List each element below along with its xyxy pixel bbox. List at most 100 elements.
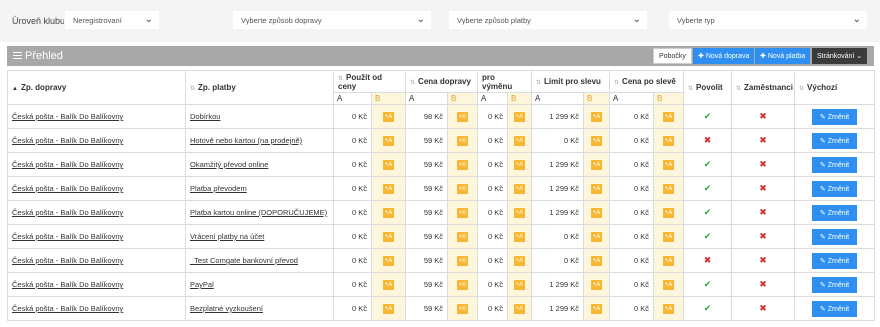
cross-icon[interactable]: ✖ [731, 296, 796, 321]
add-price-button[interactable]: +A [382, 112, 395, 122]
add-price-button[interactable]: +A [382, 256, 395, 266]
shipping-method-select[interactable]: Vyberte způsob dopravy ⌄ [232, 10, 432, 30]
edit-button[interactable]: ✎ Změnit [811, 108, 858, 125]
add-price-button[interactable]: +A [590, 136, 603, 146]
add-price-button[interactable]: +A [590, 256, 603, 266]
col-allow[interactable]: ⇅ Povolit [683, 70, 733, 105]
check-icon[interactable]: ✔ [683, 224, 733, 249]
check-icon[interactable]: ✔ [683, 104, 733, 129]
payment-link[interactable]: Platba kartou online (DOPORUČUJEME) [185, 200, 334, 225]
payment-link[interactable]: Hotově nebo kartou (na prodejně) [185, 128, 334, 153]
col-use-from-price[interactable]: ⇅ Použít od ceny [332, 70, 407, 93]
cross-icon[interactable]: ✖ [731, 176, 796, 201]
edit-button[interactable]: ✎ Změnit [811, 252, 858, 269]
shipping-link[interactable]: Česká pošta - Balík Do Balíkovny [7, 272, 186, 297]
add-price-button[interactable]: +A [662, 232, 675, 242]
add-price-button[interactable]: +A [382, 304, 395, 314]
shipping-link[interactable]: Česká pošta - Balík Do Balíkovny [7, 152, 186, 177]
add-price-button[interactable]: +A [456, 160, 469, 170]
add-price-button[interactable]: +A [382, 184, 395, 194]
add-price-button[interactable]: +A [456, 256, 469, 266]
add-price-button[interactable]: +A [513, 112, 526, 122]
add-price-button[interactable]: +A [513, 184, 526, 194]
add-price-button[interactable]: +A [513, 232, 526, 242]
edit-button[interactable]: ✎ Změnit [811, 180, 858, 197]
cross-icon[interactable]: ✖ [731, 128, 796, 153]
add-price-button[interactable]: +A [513, 208, 526, 218]
add-price-button[interactable]: +A [382, 136, 395, 146]
shipping-link[interactable]: Česká pošta - Balík Do Balíkovny [7, 248, 186, 273]
edit-button[interactable]: ✎ Změnit [811, 156, 858, 173]
add-price-button[interactable]: +A [456, 304, 469, 314]
col-employees[interactable]: ⇅ Zaměstnanci [731, 70, 796, 105]
new-shipping-button[interactable]: ✚ Nová doprava [693, 48, 755, 64]
payment-link[interactable]: Platba převodem [185, 176, 334, 201]
cross-icon[interactable]: ✖ [731, 224, 796, 249]
add-price-button[interactable]: +A [662, 280, 675, 290]
paging-button[interactable]: Stránkování ⌄ [812, 48, 868, 64]
add-price-button[interactable]: +A [662, 208, 675, 218]
add-price-button[interactable]: +A [662, 160, 675, 170]
edit-button[interactable]: ✎ Změnit [811, 228, 858, 245]
edit-button[interactable]: ✎ Změnit [811, 204, 858, 221]
col-for-refund[interactable]: pro výměnu [477, 70, 533, 93]
payment-link[interactable]: Dobírkou [185, 104, 334, 129]
add-price-button[interactable]: +A [382, 208, 395, 218]
add-price-button[interactable]: +A [382, 160, 395, 170]
check-icon[interactable]: ✔ [683, 200, 733, 225]
add-price-button[interactable]: +A [456, 232, 469, 242]
cross-icon[interactable]: ✖ [683, 248, 733, 273]
cross-icon[interactable]: ✖ [731, 248, 796, 273]
col-default[interactable]: ⇅ Výchozí [794, 70, 876, 105]
col-shipping[interactable]: ▲ Zp. dopravy [7, 70, 186, 105]
add-price-button[interactable]: +A [662, 304, 675, 314]
new-payment-button[interactable]: ✚ Nová platba [755, 48, 811, 64]
payment-link[interactable]: Vrácení platby na účet [185, 224, 334, 249]
add-price-button[interactable]: +A [590, 184, 603, 194]
cross-icon[interactable]: ✖ [731, 104, 796, 129]
shipping-link[interactable]: Česká pošta - Balík Do Balíkovny [7, 104, 186, 129]
col-shipping-price[interactable]: ⇅ Cena dopravy [405, 70, 479, 93]
cross-icon[interactable]: ✖ [683, 128, 733, 153]
shipping-link[interactable]: Česká pošta - Balík Do Balíkovny [7, 176, 186, 201]
shipping-link[interactable]: Česká pošta - Balík Do Balíkovny [7, 296, 186, 321]
add-price-button[interactable]: +A [590, 232, 603, 242]
type-select[interactable]: Vyberte typ ⌄ [668, 10, 868, 30]
cross-icon[interactable]: ✖ [731, 152, 796, 177]
check-icon[interactable]: ✔ [683, 296, 733, 321]
add-price-button[interactable]: +A [590, 112, 603, 122]
col-price-after-discount[interactable]: ⇅ Cena po slevě [609, 70, 685, 93]
add-price-button[interactable]: +A [662, 136, 675, 146]
add-price-button[interactable]: +A [513, 160, 526, 170]
cross-icon[interactable]: ✖ [731, 272, 796, 297]
add-price-button[interactable]: +A [513, 256, 526, 266]
add-price-button[interactable]: +A [590, 208, 603, 218]
shipping-link[interactable]: Česká pošta - Balík Do Balíkovny [7, 128, 186, 153]
payment-method-select[interactable]: Vyberte způsob platby ⌄ [448, 10, 648, 30]
col-limit-discount[interactable]: ⇅ Limit pro slevu [531, 70, 611, 93]
check-icon[interactable]: ✔ [683, 272, 733, 297]
add-price-button[interactable]: +A [456, 136, 469, 146]
add-price-button[interactable]: +A [456, 208, 469, 218]
shipping-link[interactable]: Česká pošta - Balík Do Balíkovny [7, 224, 186, 249]
cross-icon[interactable]: ✖ [731, 200, 796, 225]
add-price-button[interactable]: +A [513, 280, 526, 290]
add-price-button[interactable]: +A [513, 304, 526, 314]
payment-link[interactable]: Okamžitý převod online [185, 152, 334, 177]
payment-link[interactable]: PayPal [185, 272, 334, 297]
add-price-button[interactable]: +A [590, 160, 603, 170]
check-icon[interactable]: ✔ [683, 152, 733, 177]
branches-button[interactable]: Pobočky [653, 48, 692, 64]
add-price-button[interactable]: +A [456, 184, 469, 194]
shipping-link[interactable]: Česká pošta - Balík Do Balíkovny [7, 200, 186, 225]
edit-button[interactable]: ✎ Změnit [811, 276, 858, 293]
edit-button[interactable]: ✎ Změnit [811, 132, 858, 149]
col-payment[interactable]: ⇅ Zp. platby [185, 70, 334, 105]
edit-button[interactable]: ✎ Změnit [811, 300, 858, 317]
payment-link[interactable]: _Test Comgate bankovní převod [185, 248, 334, 273]
add-price-button[interactable]: +A [662, 256, 675, 266]
club-level-select[interactable]: Neregistrovaní ⌄ [64, 10, 160, 30]
add-price-button[interactable]: +A [662, 184, 675, 194]
add-price-button[interactable]: +A [456, 112, 469, 122]
add-price-button[interactable]: +A [513, 136, 526, 146]
